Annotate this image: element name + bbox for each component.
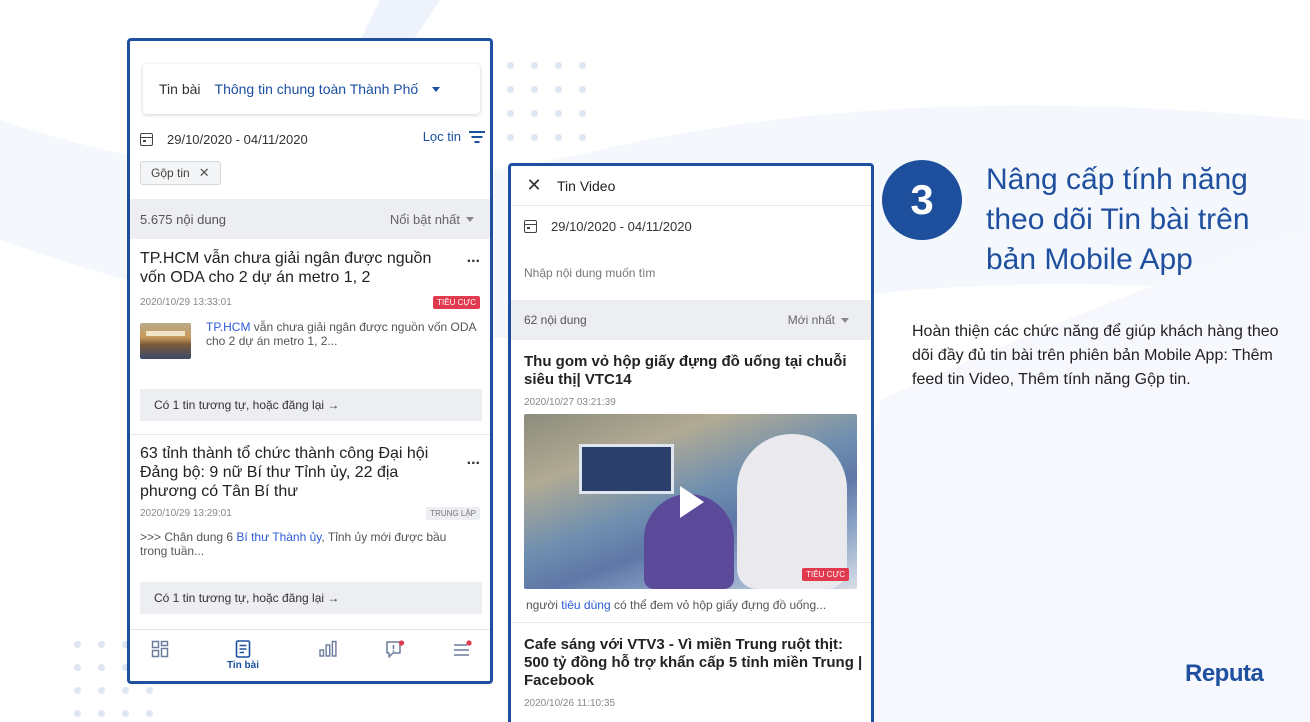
feature-description: Hoàn thiện các chức năng để giúp khách h… [912,323,1279,388]
bar-chart-icon [319,640,337,657]
video-title[interactable]: Cafe sáng với VTV3 - Vì miền Trung ruột … [524,636,870,690]
result-count: 62 nội dung [524,313,587,327]
sentiment-badge: TIÊU CỰC [802,568,849,581]
filter-icon [469,130,485,143]
tab-statistics[interactable] [308,640,348,658]
page-title: Tin Video [557,177,616,194]
caret-down-icon [841,317,849,323]
result-count-bar: 62 nội dung Mới nhất [511,300,871,340]
dashboard-icon [151,640,169,658]
article-title[interactable]: 63 tỉnh thành tổ chức thành công Đại hội… [140,444,458,501]
sort-dropdown[interactable]: Nổi bật nhất [390,212,474,227]
divider [130,434,490,435]
alert-message-icon [386,640,405,658]
video-title[interactable]: Thu gom vỏ hộp giấy đựng đồ uống tại chu… [524,353,870,389]
topic-selector[interactable]: Tin bài Thông tin chung toàn Thành Phố [143,64,480,114]
date-range-row[interactable]: 29/10/2020 - 04/11/2020 [524,219,692,234]
filter-label: Lọc tin [422,129,461,144]
chevron-down-icon [432,86,441,92]
sort-dropdown[interactable]: Mới nhất [788,313,849,327]
phone-news-feed: Tin bài Thông tin chung toàn Thành Phố 2… [127,38,493,684]
more-options-icon[interactable]: ... [467,451,480,469]
article-icon [235,640,251,658]
tab-dashboard[interactable] [140,640,180,658]
article-time: 2020/10/29 13:33:01 [140,297,232,308]
chip-label: Gộp tin [151,166,190,180]
phone-video-feed: ✕ Tin Video 29/10/2020 - 04/11/2020 Nhập… [508,163,874,722]
date-range-row[interactable]: 29/10/2020 - 04/11/2020 Lọc tin [140,129,485,149]
article-time: 2020/10/29 13:29:01 [140,508,232,519]
calendar-icon [140,132,153,146]
result-count-bar: 5.675 nội dung Nổi bật nhất [130,199,490,239]
filter-button[interactable]: Lọc tin [423,129,485,144]
calendar-icon [524,220,537,233]
video-snippet: người tiêu dùng có thể đem vỏ hộp giấy đ… [526,598,826,612]
slide: Tin bài Thông tin chung toàn Thành Phố 2… [0,0,1310,722]
tab-label: Tin bài [226,660,260,671]
snippet-keyword: tiêu dùng [561,598,611,612]
search-input[interactable]: Nhập nội dung muốn tìm [524,266,655,280]
merge-news-chip[interactable]: Gộp tin ✕ [140,161,221,185]
divider [511,622,871,623]
video-scene [579,444,674,494]
feature-headline: Nâng cấp tính năng theo dõi Tin bài trên… [986,163,1250,276]
video-time: 2020/10/26 11:10:35 [524,698,616,709]
date-range: 29/10/2020 - 04/11/2020 [167,131,308,147]
snippet-text: >>> Chân dung 6 [140,530,237,544]
article-snippet: >>> Chân dung 6 Bí thư Thành ủy, Tỉnh ủy… [140,530,470,558]
article-snippet: TP.HCM vẫn chưa giải ngân được nguồn vốn… [206,320,484,348]
video-feed-header: ✕ Tin Video [511,166,871,206]
sort-label: Nổi bật nhất [389,211,460,227]
sentiment-badge: TIÊU CỰC [433,296,480,309]
selector-value: Thông tin chung toàn Thành Phố [214,81,419,97]
tab-menu[interactable] [442,640,482,658]
snippet-keyword: Bí thư Thành ủy [236,530,322,544]
caret-down-icon [466,216,474,222]
video-time: 2020/10/27 03:21:39 [524,397,616,408]
menu-icon [454,640,472,656]
sentiment-badge: TRUNG LẬP [426,507,480,520]
step-number-badge: 3 [882,160,962,240]
close-icon[interactable]: ✕ [511,175,557,196]
sort-label: Mới nhất [787,313,835,327]
similar-news-link[interactable]: Có 1 tin tương tự, hoặc đăng lại → [140,389,482,421]
selector-label: Tin bài [159,81,201,97]
tab-alerts[interactable] [375,640,415,660]
similar-news-link[interactable]: Có 1 tin tương tự, hoặc đăng lại → [140,582,482,614]
close-icon[interactable]: ✕ [199,165,210,181]
article-thumbnail[interactable] [140,323,191,359]
snippet-keyword: TP.HCM [206,320,251,334]
video-thumbnail[interactable]: TIÊU CỰC [524,414,857,589]
snippet-text: có thể đem vỏ hộp giấy đựng đồ uống... [610,598,827,612]
result-count: 5.675 nội dung [140,211,227,227]
article-title[interactable]: TP.HCM vẫn chưa giải ngân được nguồn vốn… [140,249,458,287]
tab-news[interactable]: Tin bài [223,640,263,671]
dot-grid-top [507,62,586,141]
play-icon[interactable] [680,486,704,518]
date-range: 29/10/2020 - 04/11/2020 [551,219,692,234]
brand-logo: Reputa [1185,660,1264,687]
bottom-tab-bar: Tin bài [130,629,490,681]
more-options-icon[interactable]: ... [467,249,480,267]
video-scene [737,434,847,589]
snippet-text: người [526,598,562,612]
